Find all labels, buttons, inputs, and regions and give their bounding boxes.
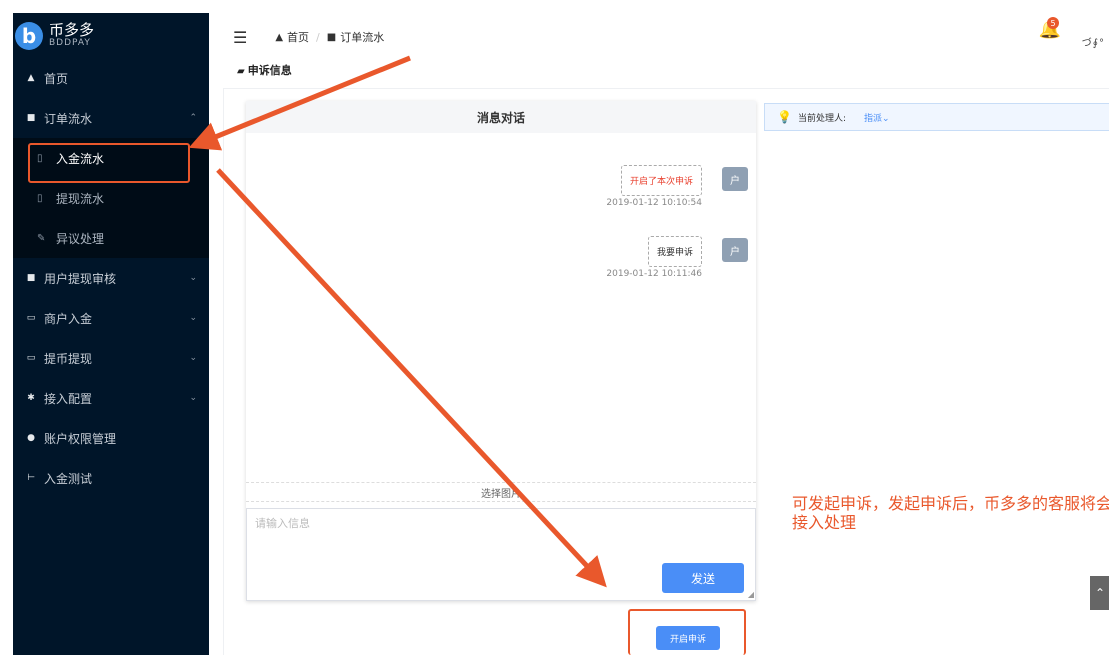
arrow-to-sidebar [188,55,411,151]
app-root: b 币多多 BDDPAY ▲ 首页 ■ 订单流水 ⌃ ▯ 入金流水 ▯ 提现流水 [0,0,1109,655]
annotation-arrows [188,55,607,588]
arrow-to-open-appeal [216,168,607,588]
